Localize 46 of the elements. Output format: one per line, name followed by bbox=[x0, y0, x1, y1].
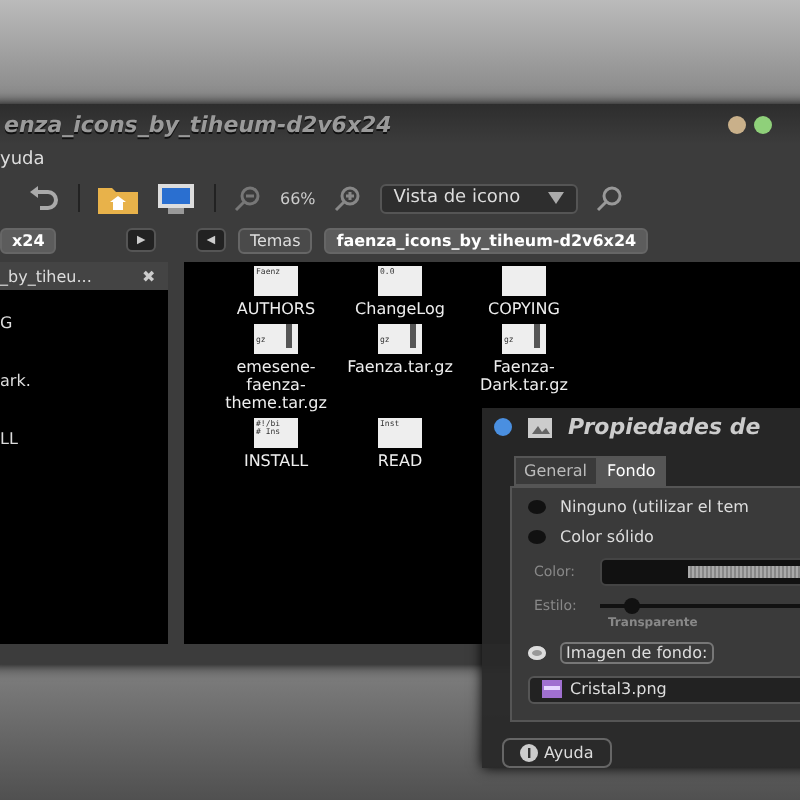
search-icon[interactable] bbox=[596, 184, 625, 212]
tab[interactable]: Fondo bbox=[597, 455, 666, 486]
help-button[interactable]: Ayuda bbox=[502, 738, 612, 768]
path-tab[interactable]: x24 bbox=[0, 227, 57, 253]
window-title: enza_icons_by_tiheum-d2v6x24 bbox=[4, 111, 392, 137]
view-dropdown[interactable]: Vista de icono bbox=[379, 183, 579, 213]
option-label[interactable]: Imagen de fondo: bbox=[560, 641, 714, 664]
file-label[interactable]: ark. bbox=[0, 372, 31, 390]
radio-button[interactable] bbox=[528, 499, 546, 514]
pane-title: _by_tiheu... bbox=[0, 267, 92, 285]
file-name[interactable]: emesene-faenza-theme.tar.gz bbox=[218, 358, 334, 412]
menu-item[interactable]: yuda bbox=[0, 150, 45, 170]
path-button[interactable]: Temas bbox=[237, 227, 313, 253]
file-label[interactable]: G bbox=[0, 314, 13, 332]
zoom-out-icon[interactable] bbox=[234, 184, 262, 212]
path-button[interactable]: faenza_icons_by_tiheum-d2v6x24 bbox=[324, 227, 649, 253]
color-button[interactable] bbox=[600, 557, 800, 586]
file-name[interactable]: READ bbox=[342, 452, 458, 470]
computer-icon[interactable] bbox=[156, 183, 196, 213]
tab[interactable]: General bbox=[514, 455, 598, 486]
option-label[interactable]: Ninguno (utilizar el tem bbox=[560, 497, 749, 516]
zoom-in-icon[interactable] bbox=[333, 184, 362, 212]
close-pane-button[interactable]: ✖ bbox=[142, 267, 156, 285]
file-name[interactable]: Faenza-Dark.tar.gz bbox=[466, 358, 582, 394]
home-folder-icon[interactable] bbox=[98, 183, 138, 213]
radio-button[interactable] bbox=[528, 645, 546, 660]
file-name[interactable]: COPYING bbox=[466, 300, 582, 318]
image-file-icon bbox=[542, 680, 562, 699]
close-button[interactable] bbox=[494, 418, 512, 437]
image-icon bbox=[528, 417, 552, 438]
slider-thumb[interactable] bbox=[624, 598, 641, 615]
radio-button[interactable] bbox=[528, 529, 546, 544]
minimize-button[interactable] bbox=[728, 115, 746, 133]
zoom-level: 66% bbox=[280, 189, 316, 207]
help-icon bbox=[520, 744, 538, 762]
dialog-title: Propiedades de bbox=[568, 414, 761, 441]
caret-icon bbox=[548, 192, 565, 204]
file-chooser-button[interactable]: Cristal3.png bbox=[528, 675, 800, 704]
file-name[interactable]: AUTHORS bbox=[218, 300, 334, 318]
maximize-button[interactable] bbox=[754, 115, 772, 133]
file-label[interactable]: LL bbox=[0, 430, 18, 448]
undo-icon[interactable] bbox=[28, 184, 60, 212]
file-name[interactable]: INSTALL bbox=[218, 452, 334, 470]
option-label[interactable]: Color sólido bbox=[560, 527, 654, 546]
file-name[interactable]: ChangeLog bbox=[342, 300, 458, 318]
file-name[interactable]: Faenza.tar.gz bbox=[342, 358, 458, 376]
